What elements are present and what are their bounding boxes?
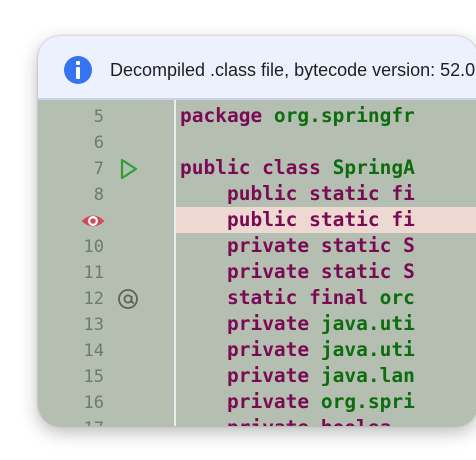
info-icon: [64, 56, 92, 84]
code-text: public class SpringA: [180, 158, 415, 178]
keyword-token: package: [180, 104, 274, 127]
gutter-line: [38, 208, 174, 234]
code-line[interactable]: private org.spri: [176, 389, 476, 415]
keyword-token: public static fi: [226, 208, 415, 231]
keyword-token: static final: [226, 286, 380, 309]
keyword-token: private: [226, 390, 321, 413]
code-text: static final orc: [180, 288, 415, 308]
gutter-line: 10: [38, 234, 174, 260]
gutter-line: 15: [38, 364, 174, 390]
line-number: 14: [83, 341, 104, 361]
gutter-line: 8: [38, 182, 174, 208]
code-line[interactable]: public class SpringA: [176, 155, 476, 181]
code-line[interactable]: private java.uti: [176, 337, 476, 363]
gutter-line: 16: [38, 390, 174, 416]
line-number: 11: [83, 263, 104, 283]
code-line[interactable]: public static fi: [176, 207, 476, 233]
keyword-token: public class: [180, 156, 333, 179]
code-text: private boolea: [180, 416, 391, 427]
code-text: private static S: [180, 262, 415, 282]
code-line[interactable]: public static fi: [176, 181, 476, 207]
identifier-token: java.uti: [320, 312, 415, 335]
identifier-token: SpringA: [332, 156, 415, 179]
identifier-token: java.uti: [320, 338, 415, 361]
editor-window: Decompiled .class file, bytecode version…: [38, 36, 476, 426]
line-number: 15: [83, 367, 104, 387]
gutter-line: 12: [38, 286, 174, 312]
line-number: 6: [93, 133, 104, 153]
run-icon[interactable]: [116, 157, 140, 181]
code-line[interactable]: static final orc: [176, 285, 476, 311]
gutter-line: 6: [38, 130, 174, 156]
at-icon[interactable]: [116, 287, 140, 311]
identifier-token: orc: [379, 286, 415, 309]
keyword-token: private: [226, 312, 321, 335]
keyword-token: private static S: [226, 234, 415, 257]
identifier-token: org.spri: [320, 390, 415, 413]
code-text: public static fi: [180, 184, 415, 204]
code-editor[interactable]: package org.springfr public class SpringA…: [176, 100, 476, 426]
keyword-token: private boolea: [227, 416, 391, 427]
code-text: private java.uti: [180, 340, 415, 360]
code-line[interactable]: private static S: [176, 259, 476, 285]
line-number: 10: [83, 237, 104, 257]
code-text: package org.springfr: [180, 106, 415, 126]
line-number: 13: [83, 315, 104, 335]
code-line[interactable]: private static S: [176, 233, 476, 259]
gutter-line: 14: [38, 338, 174, 364]
code-text: public static fi: [180, 210, 415, 230]
banner-text: Decompiled .class file, bytecode version…: [110, 60, 476, 80]
line-number: 16: [83, 393, 104, 413]
code-line[interactable]: package org.springfr: [176, 103, 476, 129]
code-text: private static S: [180, 236, 415, 256]
code-line[interactable]: private java.uti: [176, 311, 476, 337]
gutter-line: 11: [38, 260, 174, 286]
line-number: 12: [83, 289, 104, 309]
code-text: private java.uti: [180, 314, 415, 334]
gutter-line: 13: [38, 312, 174, 338]
identifier-token: java.lan: [320, 364, 415, 387]
code-text: private org.spri: [180, 392, 415, 412]
keyword-token: private: [226, 338, 321, 361]
decompiled-info-banner: Decompiled .class file, bytecode version…: [38, 36, 476, 100]
line-number: 17: [38, 420, 104, 426]
eye-icon[interactable]: [80, 209, 105, 233]
code-line[interactable]: private boolea: [176, 415, 476, 427]
identifier-token: org.springfr: [273, 104, 415, 127]
keyword-token: private static S: [226, 260, 415, 283]
editor-gutter[interactable]: 5 6 7 8 10 11 12 13 14 15 16 17: [38, 100, 176, 426]
line-number: 8: [93, 185, 104, 205]
code-line[interactable]: [176, 129, 476, 155]
gutter-line: 7: [38, 156, 174, 182]
keyword-token: public static fi: [226, 182, 415, 205]
gutter-line: 5: [38, 104, 174, 130]
line-number: 7: [93, 159, 104, 179]
code-line[interactable]: private java.lan: [176, 363, 476, 389]
line-number: 5: [93, 107, 104, 127]
gutter-line: 17: [38, 416, 174, 426]
code-text: private java.lan: [180, 366, 415, 386]
keyword-token: private: [226, 364, 321, 387]
